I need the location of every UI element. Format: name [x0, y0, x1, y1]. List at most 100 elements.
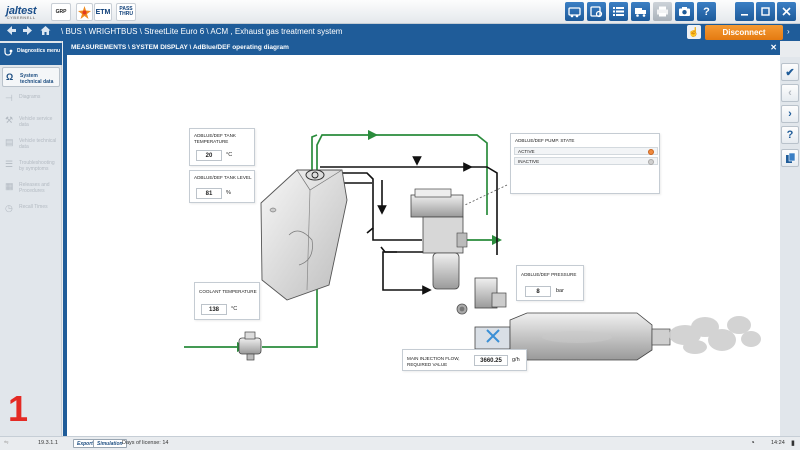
- wrench-icon: ⚒: [5, 115, 14, 125]
- injection-label-line2: REQUIRED VALUE: [407, 361, 448, 367]
- tank-temperature-unit: °C: [226, 152, 233, 158]
- injection-label-line1: MAIN INJECTION FLOW,: [407, 356, 460, 361]
- page-title: MEASUREMENTS \ SYSTEM DISPLAY \ AdBlue/D…: [67, 41, 780, 55]
- pass-thru-button[interactable]: PASS THRU: [116, 3, 136, 21]
- sidebar-item-vehicle-technical-data[interactable]: ▤ Vehicle technical data: [2, 133, 60, 153]
- checklist-icon: ☰: [5, 159, 14, 169]
- injection-flow-unit: g/h: [512, 357, 520, 363]
- top-toolbar: jaltest CYBERNELL GRP ETM PASS THRU ?: [0, 0, 800, 24]
- active-indicator-icon: [648, 149, 654, 155]
- coolant-temperature-label: COOLANT TEMPERATURE: [199, 289, 257, 294]
- coolant-valve-illustration: [238, 331, 262, 361]
- sidebar-item-releases-procedures[interactable]: ▦ Releases and Procedures: [2, 177, 60, 197]
- jaltest-app-window: jaltest CYBERNELL GRP ETM PASS THRU ? \ …: [0, 0, 800, 450]
- diagnostics-menu-label: Diagnostics menu: [17, 48, 61, 54]
- license-days-text: Days of license: 14: [122, 440, 169, 446]
- sidebar-item-recall-times[interactable]: ◷ Recall Times: [2, 199, 60, 219]
- sidebar-item-label: Vehicle service data: [19, 116, 53, 128]
- pump-state-active-label: ACTIVE: [518, 149, 535, 154]
- etm-button[interactable]: ETM: [94, 3, 112, 21]
- help-question-icon[interactable]: ?: [781, 126, 799, 144]
- injection-flow-panel: MAIN INJECTION FLOW, REQUIRED VALUE 3660.…: [402, 349, 527, 371]
- sidebar-item-system-technical-data[interactable]: Ω System technical data: [2, 67, 60, 87]
- jaltest-logo: jaltest CYBERNELL: [6, 5, 37, 20]
- maximize-icon[interactable]: [756, 2, 775, 21]
- sidebar-item-label: Recall Times: [19, 204, 48, 210]
- sidebar-item-label: Diagrams: [19, 94, 41, 100]
- adblue-pressure-panel: ADBLUE/DEF PRESSURE 8 bar: [516, 265, 584, 301]
- pump-state-active-row: ACTIVE: [514, 147, 658, 155]
- sidebar-item-label: Troubleshooting by symptoms: [19, 160, 55, 172]
- list-icon[interactable]: [609, 2, 628, 21]
- tank-temperature-value: 20: [196, 150, 222, 161]
- previous-icon[interactable]: ‹: [781, 84, 799, 102]
- coolant-temperature-panel: COOLANT TEMPERATURE 138 °C: [194, 282, 260, 320]
- help-icon[interactable]: ?: [697, 2, 716, 21]
- back-arrow-icon[interactable]: [6, 25, 17, 39]
- home-icon[interactable]: [40, 25, 51, 39]
- clock-icon: ◷: [5, 203, 13, 213]
- adblue-pump-illustration: [410, 188, 468, 290]
- settings-hand-icon[interactable]: ☝: [687, 25, 701, 39]
- pump-state-inactive-label: INACTIVE: [518, 159, 540, 164]
- exhaust-smoke-illustration: [669, 316, 761, 354]
- procedures-icon: ▦: [5, 181, 14, 191]
- coolant-temperature-unit: °C: [231, 306, 238, 312]
- check-icon[interactable]: ✔: [781, 63, 799, 81]
- adblue-pressure-label: ADBLUE/DEF PRESSURE: [521, 272, 577, 277]
- sidebar-item-label: Vehicle technical data: [19, 138, 57, 150]
- sidebar-item-vehicle-service-data[interactable]: ⚒ Vehicle service data: [2, 111, 60, 131]
- breadcrumb: \ BUS \ WRIGHTBUS \ StreetLite Euro 6 \ …: [61, 27, 343, 36]
- minimize-icon[interactable]: [735, 2, 754, 21]
- truck-icon[interactable]: [631, 2, 650, 21]
- doser-illustration: [456, 277, 507, 315]
- diagnostics-sidebar: Diagnostics menu Ω System technical data…: [0, 41, 62, 436]
- pump-state-panel: ADBLUE/DEF PUMP. STATE ACTIVE INACTIVE: [510, 133, 660, 194]
- explosion-icon[interactable]: [76, 3, 93, 21]
- adblue-lines: [320, 156, 498, 295]
- disconnect-button[interactable]: Disconnect: [705, 25, 783, 40]
- diagnosis-icon[interactable]: [587, 2, 606, 21]
- inactive-indicator-icon: [648, 159, 654, 165]
- sidebar-item-label: Releases and Procedures: [19, 182, 50, 194]
- close-icon[interactable]: [777, 2, 796, 21]
- vehicle-selection-icon[interactable]: [565, 2, 584, 21]
- version-text: 19.3.1.1: [38, 440, 58, 446]
- document-icon: ▤: [5, 137, 14, 147]
- diagnostics-menu-header[interactable]: Diagnostics menu: [0, 43, 62, 65]
- adblue-pressure-value: 8: [525, 286, 551, 297]
- pump-state-label: ADBLUE/DEF PUMP. STATE: [515, 138, 575, 143]
- pump-state-inactive-row: INACTIVE: [514, 157, 658, 165]
- next-icon[interactable]: ›: [781, 105, 799, 123]
- clock-time: 14:24: [771, 440, 785, 446]
- injection-flow-label: MAIN INJECTION FLOW, REQUIRED VALUE: [407, 356, 460, 367]
- adblue-pressure-unit: bar: [556, 288, 564, 294]
- thru-label: THRU: [119, 11, 133, 17]
- connection-icon: ⇋: [4, 440, 9, 446]
- tank-temperature-panel: ADBLUE/DEF TANK TEMPERATURE 20 °C: [189, 128, 255, 166]
- disconnect-arrow-icon[interactable]: ›: [787, 27, 790, 36]
- sidebar-item-diagrams[interactable]: ⊣ Diagrams: [2, 89, 60, 109]
- documents-icon[interactable]: [781, 149, 799, 167]
- camera-icon[interactable]: [675, 2, 694, 21]
- stethoscope-icon: [3, 47, 14, 61]
- logo-subtext: CYBERNELL: [6, 15, 36, 20]
- navigation-bar: \ BUS \ WRIGHTBUS \ StreetLite Euro 6 \ …: [0, 24, 800, 41]
- adblue-tank-illustration: [260, 169, 348, 301]
- step-number: 1: [8, 388, 29, 429]
- grp-label: GRP: [55, 9, 67, 15]
- close-panel-icon[interactable]: ✕: [770, 43, 777, 52]
- grp-button[interactable]: GRP: [51, 3, 71, 21]
- disconnect-label: Disconnect: [722, 28, 766, 37]
- tank-level-unit: %: [226, 190, 231, 196]
- wifi-icon: ◔: [750, 438, 755, 447]
- coolant-temperature-value: 138: [201, 304, 227, 315]
- pump-leader-line: [464, 184, 508, 206]
- omega-icon: Ω: [6, 72, 14, 82]
- tank-level-value: 81: [196, 188, 222, 199]
- tank-level-panel: ADBLUE/DEF TANK LEVEL 81 %: [189, 170, 255, 203]
- forward-arrow-icon[interactable]: [22, 25, 33, 39]
- print-icon[interactable]: [653, 2, 672, 21]
- sidebar-item-label: System technical data: [20, 73, 54, 85]
- sidebar-item-troubleshooting[interactable]: ☰ Troubleshooting by symptoms: [2, 155, 60, 175]
